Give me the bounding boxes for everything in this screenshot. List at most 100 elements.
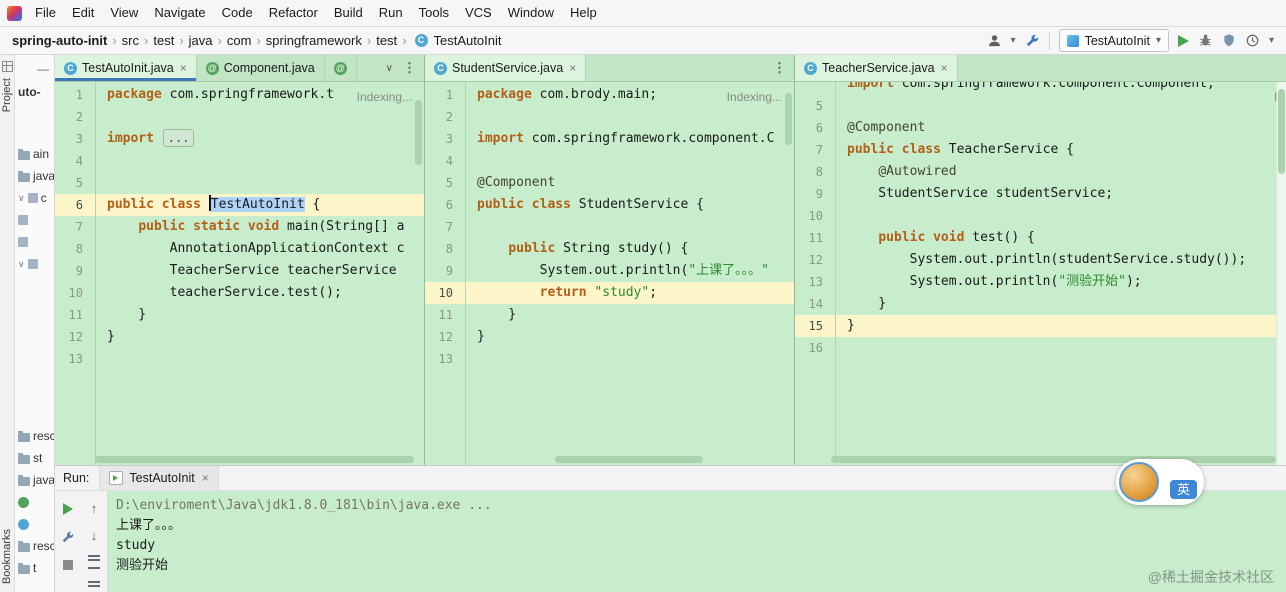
breadcrumb-file[interactable]: TestAutoInit [432,33,504,48]
tree-item[interactable]: resc [15,425,54,447]
breadcrumb-item[interactable]: springframework [264,33,364,48]
tree-item[interactable]: ∨ c [15,187,54,209]
horizontal-scrollbar[interactable] [95,456,414,463]
run-config-selector[interactable]: TestAutoInit ▾ [1058,29,1169,52]
project-tool-button[interactable]: Project [1,78,13,112]
editor-3[interactable]: import com.springframework.component.Com… [795,82,1286,465]
code-line[interactable]: 13 System.out.println("测验开始"); [795,271,1286,293]
code-line[interactable]: 4 [425,150,794,172]
breadcrumb-item[interactable]: test [151,33,176,48]
tree-item[interactable]: ∨ [15,253,54,275]
code-line[interactable]: 14 } [795,293,1286,315]
code-line[interactable]: 2 [425,106,794,128]
tree-item[interactable]: ain [15,143,54,165]
editor-tab[interactable]: @ [325,55,357,81]
code-line[interactable]: 10 return "study"; [425,282,794,304]
breadcrumb-item[interactable]: java [187,33,215,48]
close-icon[interactable]: × [202,471,209,485]
code-line[interactable]: import com.springframework.component.Com… [795,82,1286,95]
menu-item-vcs[interactable]: VCS [457,0,500,26]
code-line[interactable]: 6 public class TestAutoInit { [55,194,424,216]
rerun-button[interactable] [60,501,76,517]
menu-item-view[interactable]: View [102,0,146,26]
code-line[interactable]: 9 TeacherService teacherService [55,260,424,282]
run-console[interactable]: D:\enviroment\Java\jdk1.8.0_181\bin\java… [108,491,1286,592]
code-line[interactable]: 5 @Component [425,172,794,194]
coverage-shield-icon[interactable] [1222,33,1236,48]
menu-item-build[interactable]: Build [326,0,371,26]
code-line[interactable]: 12} [425,326,794,348]
code-line[interactable]: 7 public static void main(String[] a [55,216,424,238]
tree-item[interactable]: t [15,557,54,579]
code-line[interactable]: 7 public class TeacherService { [795,139,1286,161]
menu-item-edit[interactable]: Edit [64,0,102,26]
close-icon[interactable]: × [941,61,948,75]
horizontal-scrollbar[interactable] [831,456,1276,463]
code-line[interactable]: 12 System.out.println(studentService.stu… [795,249,1286,271]
code-line[interactable]: 6 public class StudentService { [425,194,794,216]
menu-item-run[interactable]: Run [371,0,411,26]
code-line[interactable]: 12} [55,326,424,348]
tab-options-icon[interactable]: ⋮ [403,60,416,76]
settings-wrench-icon[interactable] [60,529,76,545]
build-wrench-icon[interactable] [1025,33,1040,48]
tree-item[interactable]: resc [15,535,54,557]
user-chevron-down-icon[interactable]: ▾ [1011,35,1016,46]
code-line[interactable]: 4 [55,150,424,172]
tree-item[interactable] [15,513,54,535]
code-line[interactable]: 10 teacherService.test(); [55,282,424,304]
code-line[interactable]: 11 } [425,304,794,326]
scroll-end-icon[interactable] [86,581,102,592]
menu-item-refactor[interactable]: Refactor [261,0,326,26]
code-line[interactable]: 2 [55,106,424,128]
code-line[interactable]: 8 public String study() { [425,238,794,260]
bookmarks-tool-button[interactable]: Bookmarks [1,529,13,584]
tree-item[interactable]: uto- [15,81,54,103]
code-line[interactable]: 8 AnnotationApplicationContext c [55,238,424,260]
editor-2[interactable]: 1 package com.brody.main; 2 3 import com.spr… [425,82,794,465]
tree-item[interactable] [15,491,54,513]
code-line[interactable]: 13 [55,348,424,370]
horizontal-scrollbar[interactable] [555,456,703,463]
menu-item-tools[interactable]: Tools [411,0,457,26]
code-line[interactable]: 8 @Autowired [795,161,1286,183]
close-icon[interactable]: × [569,61,576,75]
code-line[interactable]: 9 StudentService studentService; [795,183,1286,205]
code-line[interactable]: 3 import ... [55,128,424,150]
stop-button[interactable] [60,557,76,573]
code-line[interactable]: 15} [795,315,1286,337]
up-arrow-icon[interactable]: ↑ [86,501,102,516]
breadcrumb-item[interactable]: spring-auto-init [10,33,109,48]
profiler-clock-icon[interactable] [1245,33,1260,48]
close-icon[interactable]: × [180,61,187,75]
code-line[interactable]: 11 public void test() { [795,227,1286,249]
run-tab[interactable]: TestAutoInit × [99,466,219,490]
code-line[interactable]: 5 [55,172,424,194]
breadcrumb-item[interactable]: test [374,33,399,48]
code-line[interactable]: 9 System.out.println("上课了。。。" [425,260,794,282]
down-arrow-icon[interactable]: ↓ [86,528,102,543]
code-line[interactable]: 6 @Component [795,117,1286,139]
code-line[interactable]: 11 } [55,304,424,326]
code-line[interactable]: 5 [795,95,1286,117]
vertical-scrollbar[interactable] [415,100,422,165]
tabs-dropdown-icon[interactable]: ∨ [386,63,393,74]
user-icon[interactable] [987,33,1002,48]
ime-indicator[interactable]: 英 [1116,459,1204,505]
tree-item[interactable]: st [15,447,54,469]
debug-bug-icon[interactable] [1198,33,1213,48]
menu-item-navigate[interactable]: Navigate [146,0,213,26]
hide-panel-icon[interactable]: — [37,63,49,75]
run-button[interactable] [1177,34,1189,47]
vertical-scrollbar[interactable] [1278,89,1285,174]
code-line[interactable]: 3 import com.springframework.component.C [425,128,794,150]
tree-item[interactable]: java [15,469,54,491]
editor-tab[interactable]: C TestAutoInit.java × [55,55,197,81]
menu-item-code[interactable]: Code [214,0,261,26]
code-line[interactable]: 16 [795,337,1286,359]
editor-tab[interactable]: @ Component.java [197,55,325,81]
code-line[interactable]: 7 [425,216,794,238]
tree-item[interactable]: java [15,165,54,187]
code-line[interactable]: 13 [425,348,794,370]
more-chevron-icon[interactable]: ▾ [1269,35,1274,46]
